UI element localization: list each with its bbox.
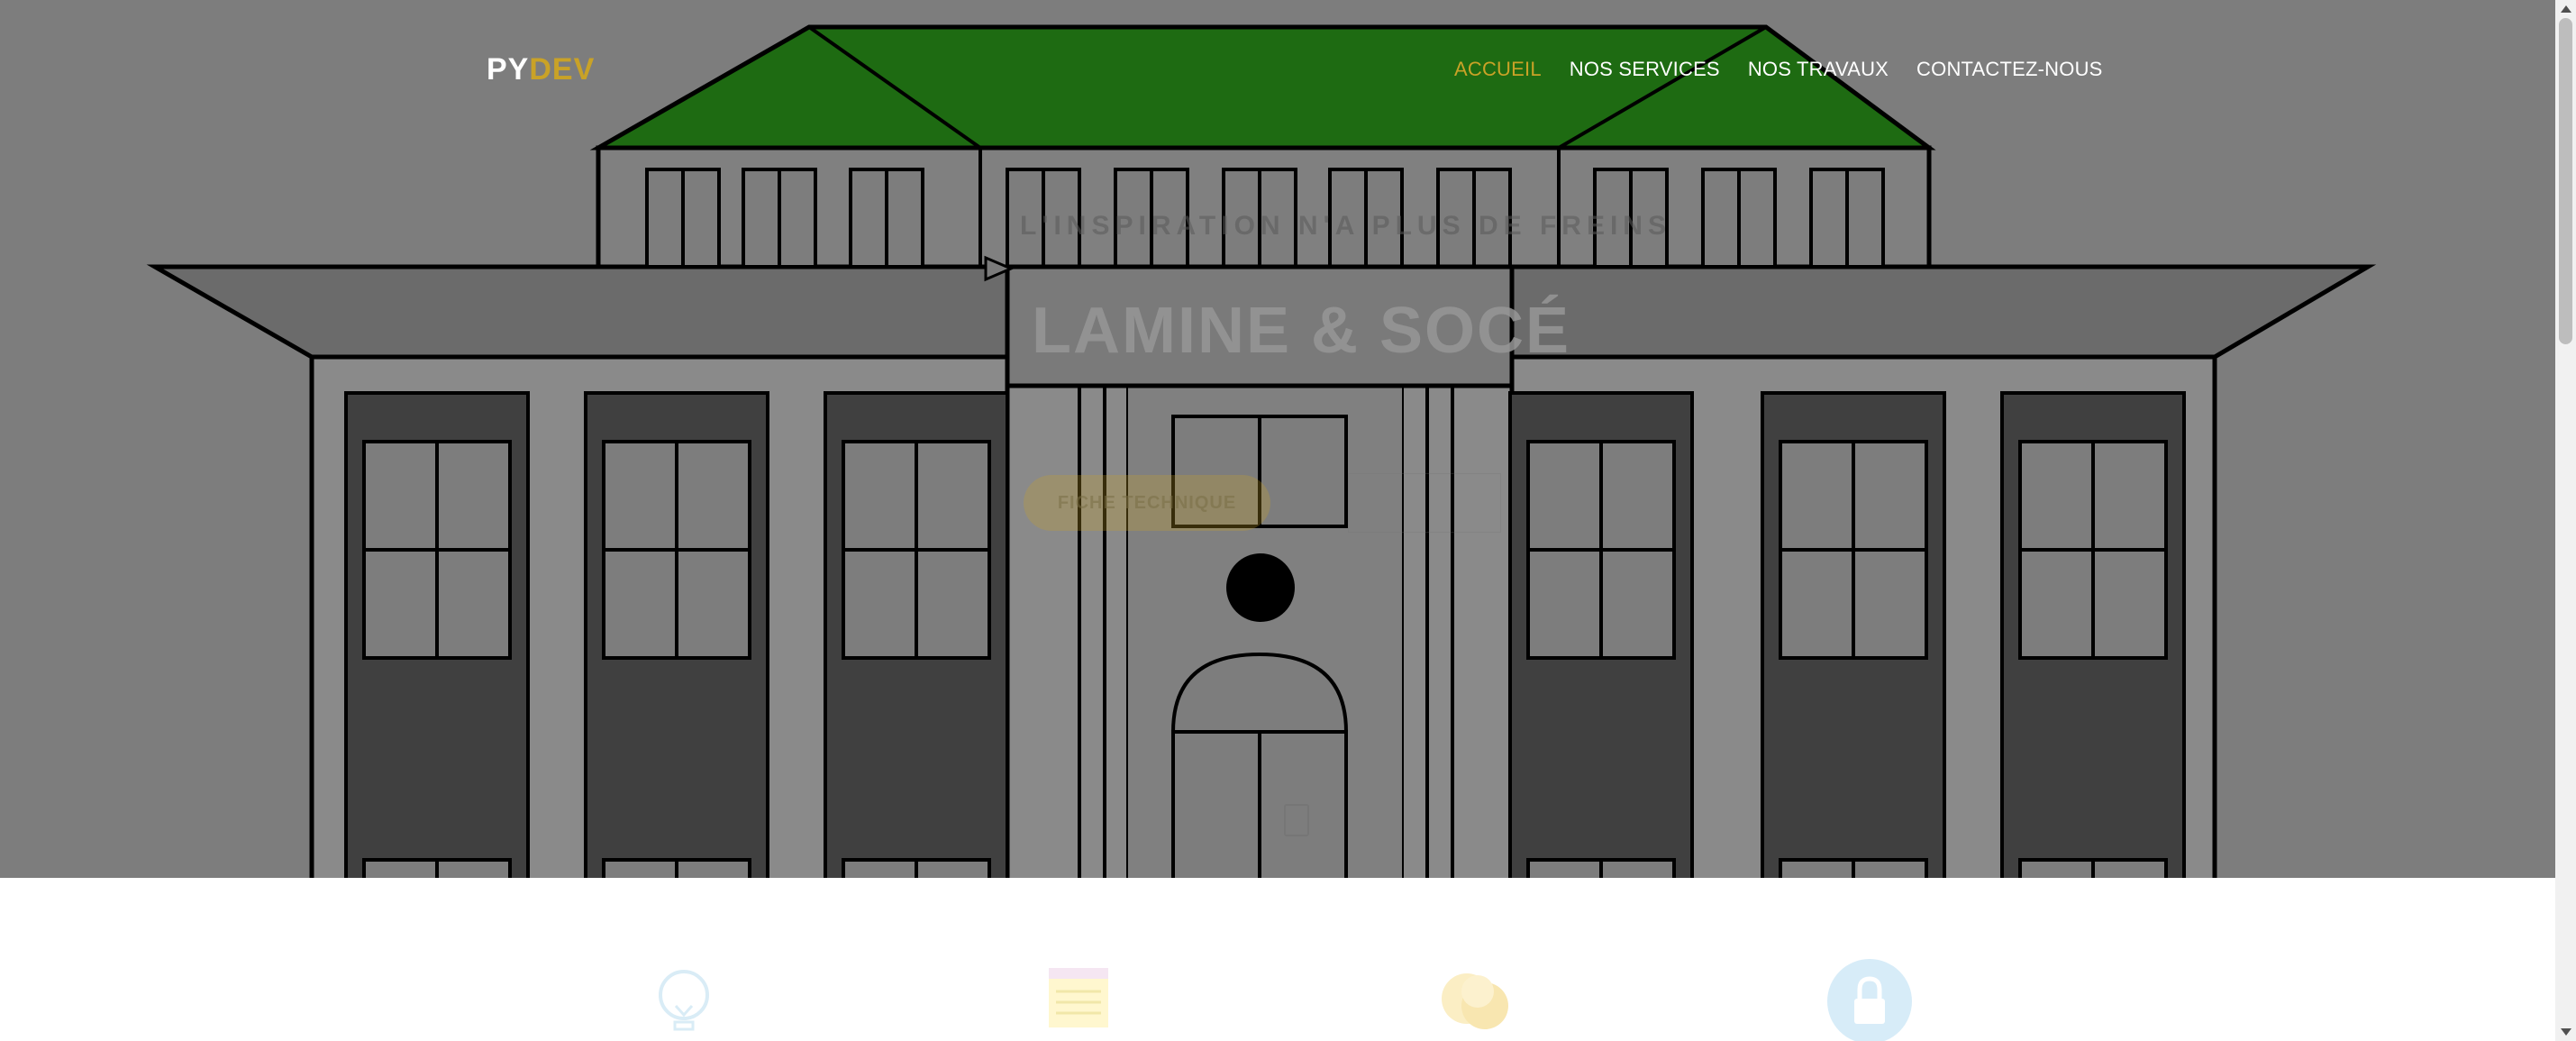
hero-title: LAMINE & SOCÉ — [1032, 295, 1571, 367]
lightbulb-icon — [642, 959, 726, 1041]
lock-icon — [1827, 959, 1912, 1041]
hero-tagline: L'INSPIRATION N'A PLUS DE FREINS — [1020, 211, 1671, 241]
hero-section: PYDEV ACCUEIL NOS SERVICES NOS TRAVAUX C… — [0, 0, 2555, 878]
secondary-button[interactable] — [1348, 473, 1501, 533]
scroll-down-indicator[interactable] — [1284, 804, 1309, 836]
fiche-technique-button[interactable]: FICHE TECHNIQUE — [1024, 475, 1270, 531]
building-illustration — [146, 24, 2377, 878]
services-section — [0, 878, 2555, 1041]
nav-item-nos-services[interactable]: NOS SERVICES — [1570, 58, 1720, 81]
note-icon — [1036, 959, 1121, 1041]
site-logo[interactable]: PYDEV — [487, 52, 595, 87]
scroll-up-arrow-icon[interactable] — [2559, 2, 2572, 15]
nav-item-contactez-nous[interactable]: CONTACTEZ-NOUS — [1916, 58, 2103, 81]
nav-item-accueil[interactable]: ACCUEIL — [1454, 58, 1542, 81]
scrollbar-thumb[interactable] — [2559, 18, 2572, 344]
coins-icon — [1433, 959, 1517, 1041]
logo-part-1: PY — [487, 52, 530, 87]
scroll-down-arrow-icon[interactable] — [2559, 1025, 2572, 1038]
main-nav: ACCUEIL NOS SERVICES NOS TRAVAUX CONTACT… — [1454, 58, 2131, 81]
logo-part-2: DEV — [529, 52, 596, 87]
nav-item-nos-travaux[interactable]: NOS TRAVAUX — [1748, 58, 1889, 81]
